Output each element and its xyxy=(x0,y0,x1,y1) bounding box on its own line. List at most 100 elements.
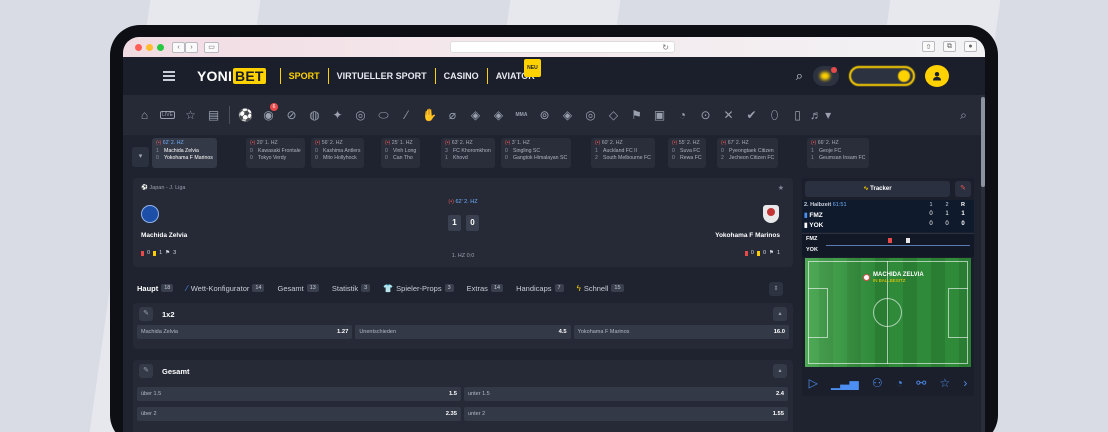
tab-handicaps[interactable]: Handicaps 7 xyxy=(512,284,568,293)
next-icon[interactable]: › xyxy=(963,376,967,390)
lineups-icon[interactable]: ⚇ xyxy=(872,376,883,390)
menu-icon[interactable] xyxy=(163,71,175,81)
star-icon[interactable]: ☆ xyxy=(939,376,950,390)
ticker-match-card[interactable]: (•) 55' 2. HZ 0 Suva FC 0 Rewa FC xyxy=(668,138,706,168)
flag-icon[interactable]: ⚑ xyxy=(625,105,648,125)
nav-aviator[interactable]: AVIATOR NEU xyxy=(488,59,543,84)
ticker-match-card[interactable]: (•) 63' 2. HZ 3 FC Khoromkhon 1 Khovd xyxy=(441,138,495,168)
darts-icon[interactable]: ◎ xyxy=(579,105,602,125)
badminton-icon[interactable]: ✕ xyxy=(717,105,740,125)
handball-icon[interactable]: ✋ xyxy=(418,105,441,125)
pin-icon[interactable]: ✎ xyxy=(139,307,153,321)
rugby-icon[interactable]: ⬭ xyxy=(372,105,395,125)
ticker-match-card[interactable]: (•) 67' 2. HZ 0 Pyeongtaek Citizen 2 Jecheon… xyxy=(717,138,779,168)
tab-count: 13 xyxy=(306,284,319,292)
ticker-match-card[interactable]: (•) 25' 1. HZ 0 Vinh Long 0 Can Tho xyxy=(381,138,421,168)
ticker-match-card[interactable]: (•) 62' 2. HZ 1 Machida Zelvia 0 Yokohama F … xyxy=(152,138,217,168)
tab-statistik[interactable]: Statistik 3 xyxy=(328,284,374,293)
tabs-icon[interactable]: ⧉ xyxy=(943,41,956,52)
live-icon[interactable]: LIVE xyxy=(156,105,179,125)
ticker-match-card[interactable]: (•) 20' 1. HZ 0 Kawasaki Frontale 0 Tokyo Ve… xyxy=(246,138,305,168)
ticker-match-card[interactable]: (•) 60' 2. HZ 1 Auckland FC II 2 South Melbo… xyxy=(591,138,655,168)
back-icon[interactable]: ‹ xyxy=(172,41,185,53)
collapse-icon[interactable]: ▴ xyxy=(773,364,787,378)
nav-casino[interactable]: CASINO xyxy=(436,68,487,84)
ticker-match-card[interactable]: (•) 3' 1. HZ 0 Singling SC 0 Gangtok Himalay… xyxy=(501,138,572,168)
baseball-icon[interactable]: ⁄ xyxy=(395,105,418,125)
tab-haupt[interactable]: Haupt 18 xyxy=(133,284,177,293)
ticker-match-card[interactable]: (•) 56' 2. HZ 0 Kashima Antlers 0 Mito Holly… xyxy=(311,138,365,168)
clock-label: 61:51 xyxy=(832,202,847,208)
scrollbar[interactable] xyxy=(981,95,985,432)
bonus-button[interactable] xyxy=(813,66,839,86)
ticker-match-card[interactable]: (•) 66' 2. HZ 1 Geoje FC 1 Geumsan Insam FC xyxy=(807,138,870,168)
golf-icon[interactable]: ⊙ xyxy=(694,105,717,125)
rugby-league-icon[interactable]: ⬯ xyxy=(763,105,786,125)
tracker-button[interactable]: ∿ Tracker xyxy=(805,181,950,197)
tennis-icon[interactable]: ⊘ xyxy=(280,105,303,125)
formation-icon[interactable]: ⚯ xyxy=(916,376,926,390)
more-icon[interactable]: ♬ ▾ xyxy=(809,105,832,125)
pitch-live-icon[interactable]: ◉ 6 xyxy=(257,103,280,125)
logo[interactable]: YONI BET xyxy=(197,68,266,84)
soccer-icon[interactable]: ⚽ xyxy=(234,105,257,125)
odd-under[interactable]: unter 1.5 2.4 xyxy=(464,387,788,401)
odd-over[interactable]: über 1.5 1.5 xyxy=(137,387,461,401)
ticker-expand-icon[interactable]: ▾ xyxy=(132,147,149,167)
live-label: LIVE xyxy=(160,111,175,119)
nav-sport[interactable]: SPORT xyxy=(281,68,328,84)
table-tennis-icon[interactable]: ◇ xyxy=(602,105,625,125)
volleyball-icon[interactable]: ◎ xyxy=(349,105,372,125)
url-bar[interactable]: ↻ xyxy=(450,41,675,53)
home-yellow-cards: 1 xyxy=(159,250,163,256)
ticker-home-name: Vinh Long xyxy=(393,147,417,154)
balance-button[interactable] xyxy=(849,66,915,86)
head-to-head-icon[interactable]: ◔ xyxy=(896,376,903,390)
play-icon[interactable]: ▷ xyxy=(809,376,818,390)
favorites-icon[interactable]: ☆ xyxy=(179,105,202,125)
snooker-icon[interactable]: ◔ xyxy=(671,105,694,125)
favorite-star-icon[interactable]: ★ xyxy=(778,184,784,192)
share-icon[interactable]: ⇧ xyxy=(922,41,935,52)
basketball-icon[interactable]: ◍ xyxy=(303,105,326,125)
minimize-window-icon[interactable] xyxy=(146,43,153,51)
cycling-icon[interactable]: ⊚ xyxy=(533,105,556,125)
tab-extras[interactable]: Extras 14 xyxy=(463,284,507,293)
nav-virtual-sport[interactable]: VIRTUELLER SPORT xyxy=(329,68,435,84)
ticker-away: 2 Jecheon Citizen FC xyxy=(721,155,774,163)
search-icon[interactable]: ⌕ xyxy=(796,68,803,84)
sports-search-icon[interactable]: ⌕ xyxy=(952,105,975,125)
download-icon[interactable]: ● xyxy=(964,41,977,52)
close-window-icon[interactable] xyxy=(135,43,142,51)
maximize-window-icon[interactable] xyxy=(157,43,164,51)
home-icon[interactable]: ⌂ xyxy=(133,105,156,125)
beach-icon[interactable]: ✔ xyxy=(740,105,763,125)
mma-icon[interactable]: MMA xyxy=(510,105,533,125)
betslip-icon[interactable]: ▤ xyxy=(202,105,225,125)
odd-draw[interactable]: Unentschieden 4.5 xyxy=(355,325,571,339)
esports-soccer-icon[interactable]: ◈ xyxy=(464,105,487,125)
user-button[interactable] xyxy=(925,65,949,87)
collapse-icon[interactable]: ▴ xyxy=(773,307,787,321)
vr-icon[interactable]: ▣ xyxy=(648,105,671,125)
pin-icon[interactable]: ✎ xyxy=(955,181,971,197)
hockey-icon[interactable]: ✦ xyxy=(326,105,349,125)
stats-icon[interactable]: ▁▃▅ xyxy=(831,376,859,390)
boxing-icon[interactable]: ◈ xyxy=(556,105,579,125)
pin-icon[interactable]: ✎ xyxy=(139,364,153,378)
tab-player-props[interactable]: 👕 Spieler-Props 3 xyxy=(379,284,457,293)
tab-schnell[interactable]: ϟ Schnell 15 xyxy=(573,284,628,293)
chess-icon[interactable]: ▯ xyxy=(786,105,809,125)
sidebar-icon[interactable]: ▭ xyxy=(204,41,219,53)
odd-over[interactable]: über 2 2.35 xyxy=(137,407,461,421)
forward-icon[interactable]: › xyxy=(185,41,198,53)
collapse-all-icon[interactable]: ⇕ xyxy=(769,282,783,296)
esports-basket-icon[interactable]: ◈ xyxy=(487,105,510,125)
odd-away[interactable]: Yokohama F Marinos 16.0 xyxy=(573,325,789,339)
reload-icon[interactable]: ↻ xyxy=(662,42,669,53)
cricket-icon[interactable]: ⌀ xyxy=(441,105,464,125)
odd-under[interactable]: unter 2 1.55 xyxy=(464,407,788,421)
tab-gesamt[interactable]: Gesamt 13 xyxy=(273,284,322,293)
tab-bet-builder[interactable]: ⁄ Wett-Konfigurator 14 xyxy=(182,284,268,293)
odd-home[interactable]: Machida Zelvia 1.27 xyxy=(137,325,353,339)
